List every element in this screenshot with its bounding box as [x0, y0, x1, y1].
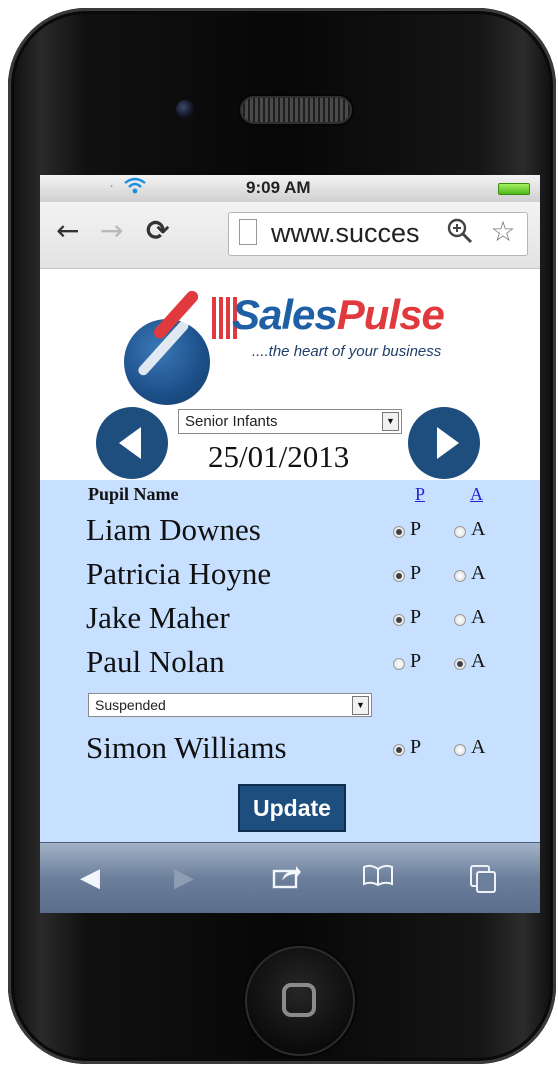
present-label: P — [410, 606, 422, 628]
chevron-down-icon: ▼ — [382, 412, 399, 431]
absence-reason-select[interactable]: Suspended ▼ — [88, 693, 372, 717]
salespulse-logo: SalesPulse ....the heart of your busines… — [120, 288, 460, 411]
logo-brand-text: SalesPulse — [232, 291, 445, 339]
reload-icon[interactable]: ⟳ — [146, 214, 169, 247]
home-square-icon — [282, 983, 316, 1017]
present-label: P — [410, 562, 422, 584]
present-radio[interactable] — [393, 614, 405, 626]
camera-icon — [176, 100, 194, 118]
absent-radio[interactable] — [454, 526, 466, 538]
right-arrow-icon — [437, 427, 459, 459]
pages-icon[interactable] — [470, 865, 496, 893]
present-radio[interactable] — [393, 744, 405, 756]
left-arrow-icon — [119, 427, 141, 459]
phone-screen: . 9:09 AM ← → ⟳ www.succes ☆ SalesPulse … — [40, 175, 540, 913]
previous-day-button[interactable] — [96, 407, 168, 479]
url-text: www.succes — [271, 218, 420, 248]
bookmarks-icon[interactable] — [362, 863, 394, 893]
forward-icon[interactable]: ▶ — [174, 863, 194, 893]
mark-all-absent-link[interactable]: A — [470, 484, 483, 505]
absent-label: A — [471, 562, 486, 584]
zoom-icon[interactable] — [443, 215, 477, 253]
class-select-value: Senior Infants — [185, 413, 278, 430]
present-radio[interactable] — [393, 658, 405, 670]
attendance-date: 25/01/2013 — [208, 439, 350, 474]
absent-radio[interactable] — [454, 658, 466, 670]
signal-indicator: . — [110, 178, 114, 190]
absent-label: A — [471, 518, 486, 540]
brand-pulse: Pulse — [336, 291, 445, 338]
back-arrow-icon[interactable]: ← — [56, 214, 79, 247]
absent-radio[interactable] — [454, 570, 466, 582]
browser-toolbar: ← → ⟳ www.succes ☆ — [40, 202, 540, 269]
home-button[interactable] — [245, 946, 355, 1056]
status-time: 9:09 AM — [246, 178, 311, 197]
pupil-name: Liam Downes — [86, 512, 261, 547]
address-bar[interactable]: www.succes ☆ — [228, 212, 528, 256]
pupil-row: Patricia Hoyne P A — [40, 556, 540, 596]
pupil-row: Liam Downes P A — [40, 512, 540, 552]
update-button[interactable]: Update — [238, 784, 346, 832]
absent-radio[interactable] — [454, 744, 466, 756]
present-label: P — [410, 650, 422, 672]
mark-all-present-link[interactable]: P — [415, 484, 425, 505]
bookmark-star-icon[interactable]: ☆ — [479, 215, 527, 253]
present-radio[interactable] — [393, 570, 405, 582]
pupil-row: Jake Maher P A — [40, 600, 540, 640]
pupil-name: Jake Maher — [86, 600, 230, 635]
pupil-name: Patricia Hoyne — [86, 556, 272, 591]
absent-label: A — [471, 736, 486, 758]
present-label: P — [410, 518, 422, 540]
absent-label: A — [471, 650, 486, 672]
present-radio[interactable] — [393, 526, 405, 538]
speaker-grille — [240, 96, 352, 124]
back-icon[interactable]: ◀ — [80, 863, 100, 893]
page-icon — [239, 219, 257, 245]
brand-sales: Sales — [232, 291, 338, 338]
present-label: P — [410, 736, 422, 758]
absent-radio[interactable] — [454, 614, 466, 626]
wifi-icon — [124, 177, 146, 200]
absent-label: A — [471, 606, 486, 628]
pupil-row: Simon Williams P A — [40, 730, 540, 770]
pupil-name: Paul Nolan — [86, 644, 225, 679]
battery-icon — [498, 183, 530, 195]
pages-icon-front — [476, 871, 496, 893]
share-icon[interactable] — [272, 863, 302, 896]
header-pupil-name: Pupil Name — [88, 484, 179, 504]
attendance-panel: Pupil Name P A Liam Downes P A Patricia … — [40, 480, 540, 842]
logo-tagline: ....the heart of your business — [252, 343, 442, 360]
class-select[interactable]: Senior Infants ▼ — [178, 409, 402, 434]
chevron-down-icon: ▼ — [352, 696, 369, 715]
safari-bottom-toolbar: ◀ ▶ — [40, 842, 540, 913]
pupil-row: Paul Nolan P A — [40, 644, 540, 684]
pupil-name: Simon Williams — [86, 730, 287, 765]
absence-reason-value: Suspended — [95, 697, 166, 713]
next-day-button[interactable] — [408, 407, 480, 479]
forward-arrow-icon[interactable]: → — [100, 214, 123, 247]
status-bar: . 9:09 AM — [40, 175, 540, 202]
